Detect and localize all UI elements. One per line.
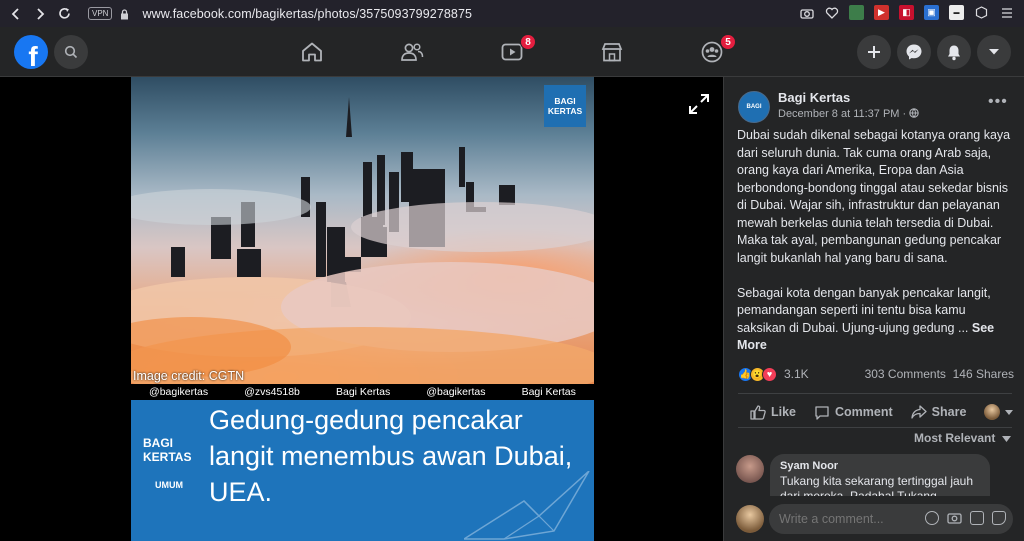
post-actions: Like Comment Share [738,397,1014,427]
brand-logo-line2: KERTAS [143,450,192,464]
comment-author[interactable]: Syam Noor [780,460,980,472]
forward-icon[interactable] [28,0,52,27]
browser-toolbar: VPN www.facebook.com/bagikertas/photos/3… [0,0,1024,27]
comments-shares-count: 303 Comments 146 Shares [865,367,1014,381]
post-timestamp[interactable]: December 8 at 11:37 PM · [778,108,919,120]
divider [738,427,1012,428]
paper-crane-icon [464,471,590,540]
address-bar[interactable]: www.facebook.com/bagikertas/photos/35750… [142,7,472,21]
brand-logo-line2: KERTAS [547,106,583,116]
user-avatar[interactable] [736,505,764,533]
chevron-down-icon [1001,436,1011,442]
social-handle: @zvs4518b [244,386,300,398]
marketplace-icon[interactable] [592,36,632,68]
photo-image [131,77,594,387]
share-button[interactable]: Share [911,405,967,419]
post-paragraph-1: Dubai sudah dikenal sebagai kotanya oran… [737,128,1011,265]
post-timestamp-text: December 8 at 11:37 PM · [778,108,907,120]
browser-menu-icon[interactable] [999,5,1014,20]
emoji-icon[interactable] [925,511,939,525]
extension-red-icon[interactable]: ◧ [899,5,914,20]
image-credit: Image credit: CGTN [133,369,245,383]
extension-tag-icon[interactable]: ▬ [949,5,964,20]
shares-count[interactable]: 146 Shares [953,367,1014,381]
comment-bubble: Syam Noor Tukang kita sekarang tertingga… [770,454,990,496]
thumbs-up-icon [750,404,766,420]
groups-icon[interactable]: 5 [692,34,736,68]
post-paragraph-2-text: Sebagai kota dengan banyak pencakar lang… [737,285,991,335]
social-handle: @bagikertas [426,386,486,398]
brand-logo-line1: BAGI [554,96,576,106]
search-icon[interactable] [54,35,88,69]
fullscreen-expand-icon[interactable] [688,93,710,120]
brand-logo-line1: BAGI [143,436,173,450]
photo-viewer: BAGI KERTAS Image credit: CGTN @bagikert… [0,77,723,541]
post-paragraph-2: Sebagai kota dengan banyak pencakar lang… [737,285,1017,355]
social-handle: Bagi Kertas [521,386,576,398]
vpn-badge[interactable]: VPN [88,7,113,20]
create-plus-icon[interactable] [857,35,891,69]
comment-text: Tukang kita sekarang tertinggal jauh dar… [780,474,974,496]
friends-icon[interactable] [392,36,432,68]
heart-icon[interactable] [824,5,839,20]
post-photo[interactable]: BAGI KERTAS Image credit: CGTN @bagikert… [131,77,594,541]
more-options-icon[interactable]: ••• [988,93,1008,111]
caption-panel: BAGI KERTAS UMUM Gedung-gedung pencakar … [131,400,594,541]
social-handle: Bagi Kertas [335,386,391,398]
social-handles-row: @bagikertas @zvs4518b Bagi Kertas @bagikert… [131,384,594,400]
extension-icons: ▶ ◧ ▣ ▬ [799,5,1014,20]
like-button[interactable]: Like [750,404,797,420]
like-label: Like [771,405,797,419]
reaction-count[interactable]: 3.1K [784,367,809,381]
social-handle: @bagikertas [149,386,209,398]
camera-icon[interactable] [947,511,962,524]
comment-sort-dropdown[interactable]: Most Relevant [914,431,1011,445]
extension-cube-icon[interactable] [849,5,864,20]
post-text: Dubai sudah dikenal sebagai kotanya oran… [737,127,1017,372]
camera-icon[interactable] [799,5,814,20]
watch-notification-badge: 8 [520,34,536,50]
love-reaction-icon[interactable]: ♥ [762,366,777,382]
groups-notification-badge: 5 [720,34,736,50]
facebook-logo-letter: f [28,41,38,69]
comment-input-tools [925,511,1006,525]
account-menu-chevron-icon[interactable] [977,35,1011,69]
comment-bubble-icon [815,405,829,420]
share-label: Share [931,405,967,419]
brand-logo-badge: BAGI KERTAS [544,85,586,127]
facebook-logo[interactable]: f [14,35,48,69]
page-avatar-line1: BAGI [746,103,762,110]
comments-count[interactable]: 303 Comments [865,367,946,381]
post-as-selector[interactable] [984,404,1014,420]
comment-sort-label: Most Relevant [914,431,996,445]
chevron-down-icon [1005,409,1014,415]
comment-button[interactable]: Comment [814,405,893,420]
messenger-icon[interactable] [897,35,931,69]
gif-icon[interactable] [970,511,984,525]
watch-icon[interactable]: 8 [492,34,536,68]
notifications-bell-icon[interactable] [937,35,971,69]
facebook-header: f 8 5 [0,27,1024,77]
extension-shield-icon[interactable]: ▣ [924,5,939,20]
page-avatar[interactable]: BAGI [738,91,770,123]
category-label: UMUM [155,480,183,490]
divider [738,393,1012,394]
public-globe-icon [909,108,919,118]
commenter-avatar[interactable] [736,455,764,483]
reload-icon[interactable] [52,0,76,27]
brand-logo: BAGI KERTAS [143,436,203,464]
post-details-panel: BAGI Bagi Kertas December 8 at 11:37 PM … [723,77,1024,541]
home-icon[interactable] [292,36,332,68]
user-mini-avatar [984,404,1001,420]
share-arrow-icon [911,405,927,419]
reactions-summary: 👍 😮 ♥ 3.1K 303 Comments 146 Shares [738,365,1014,383]
sticker-icon[interactable] [992,511,1006,525]
lock-icon[interactable] [120,8,129,19]
extension-video-icon[interactable]: ▶ [874,5,889,20]
comment-label: Comment [835,405,893,419]
write-comment-row [736,504,1016,534]
extensions-puzzle-icon[interactable] [974,5,989,20]
page-name[interactable]: Bagi Kertas [778,90,850,105]
back-icon[interactable] [4,0,28,27]
